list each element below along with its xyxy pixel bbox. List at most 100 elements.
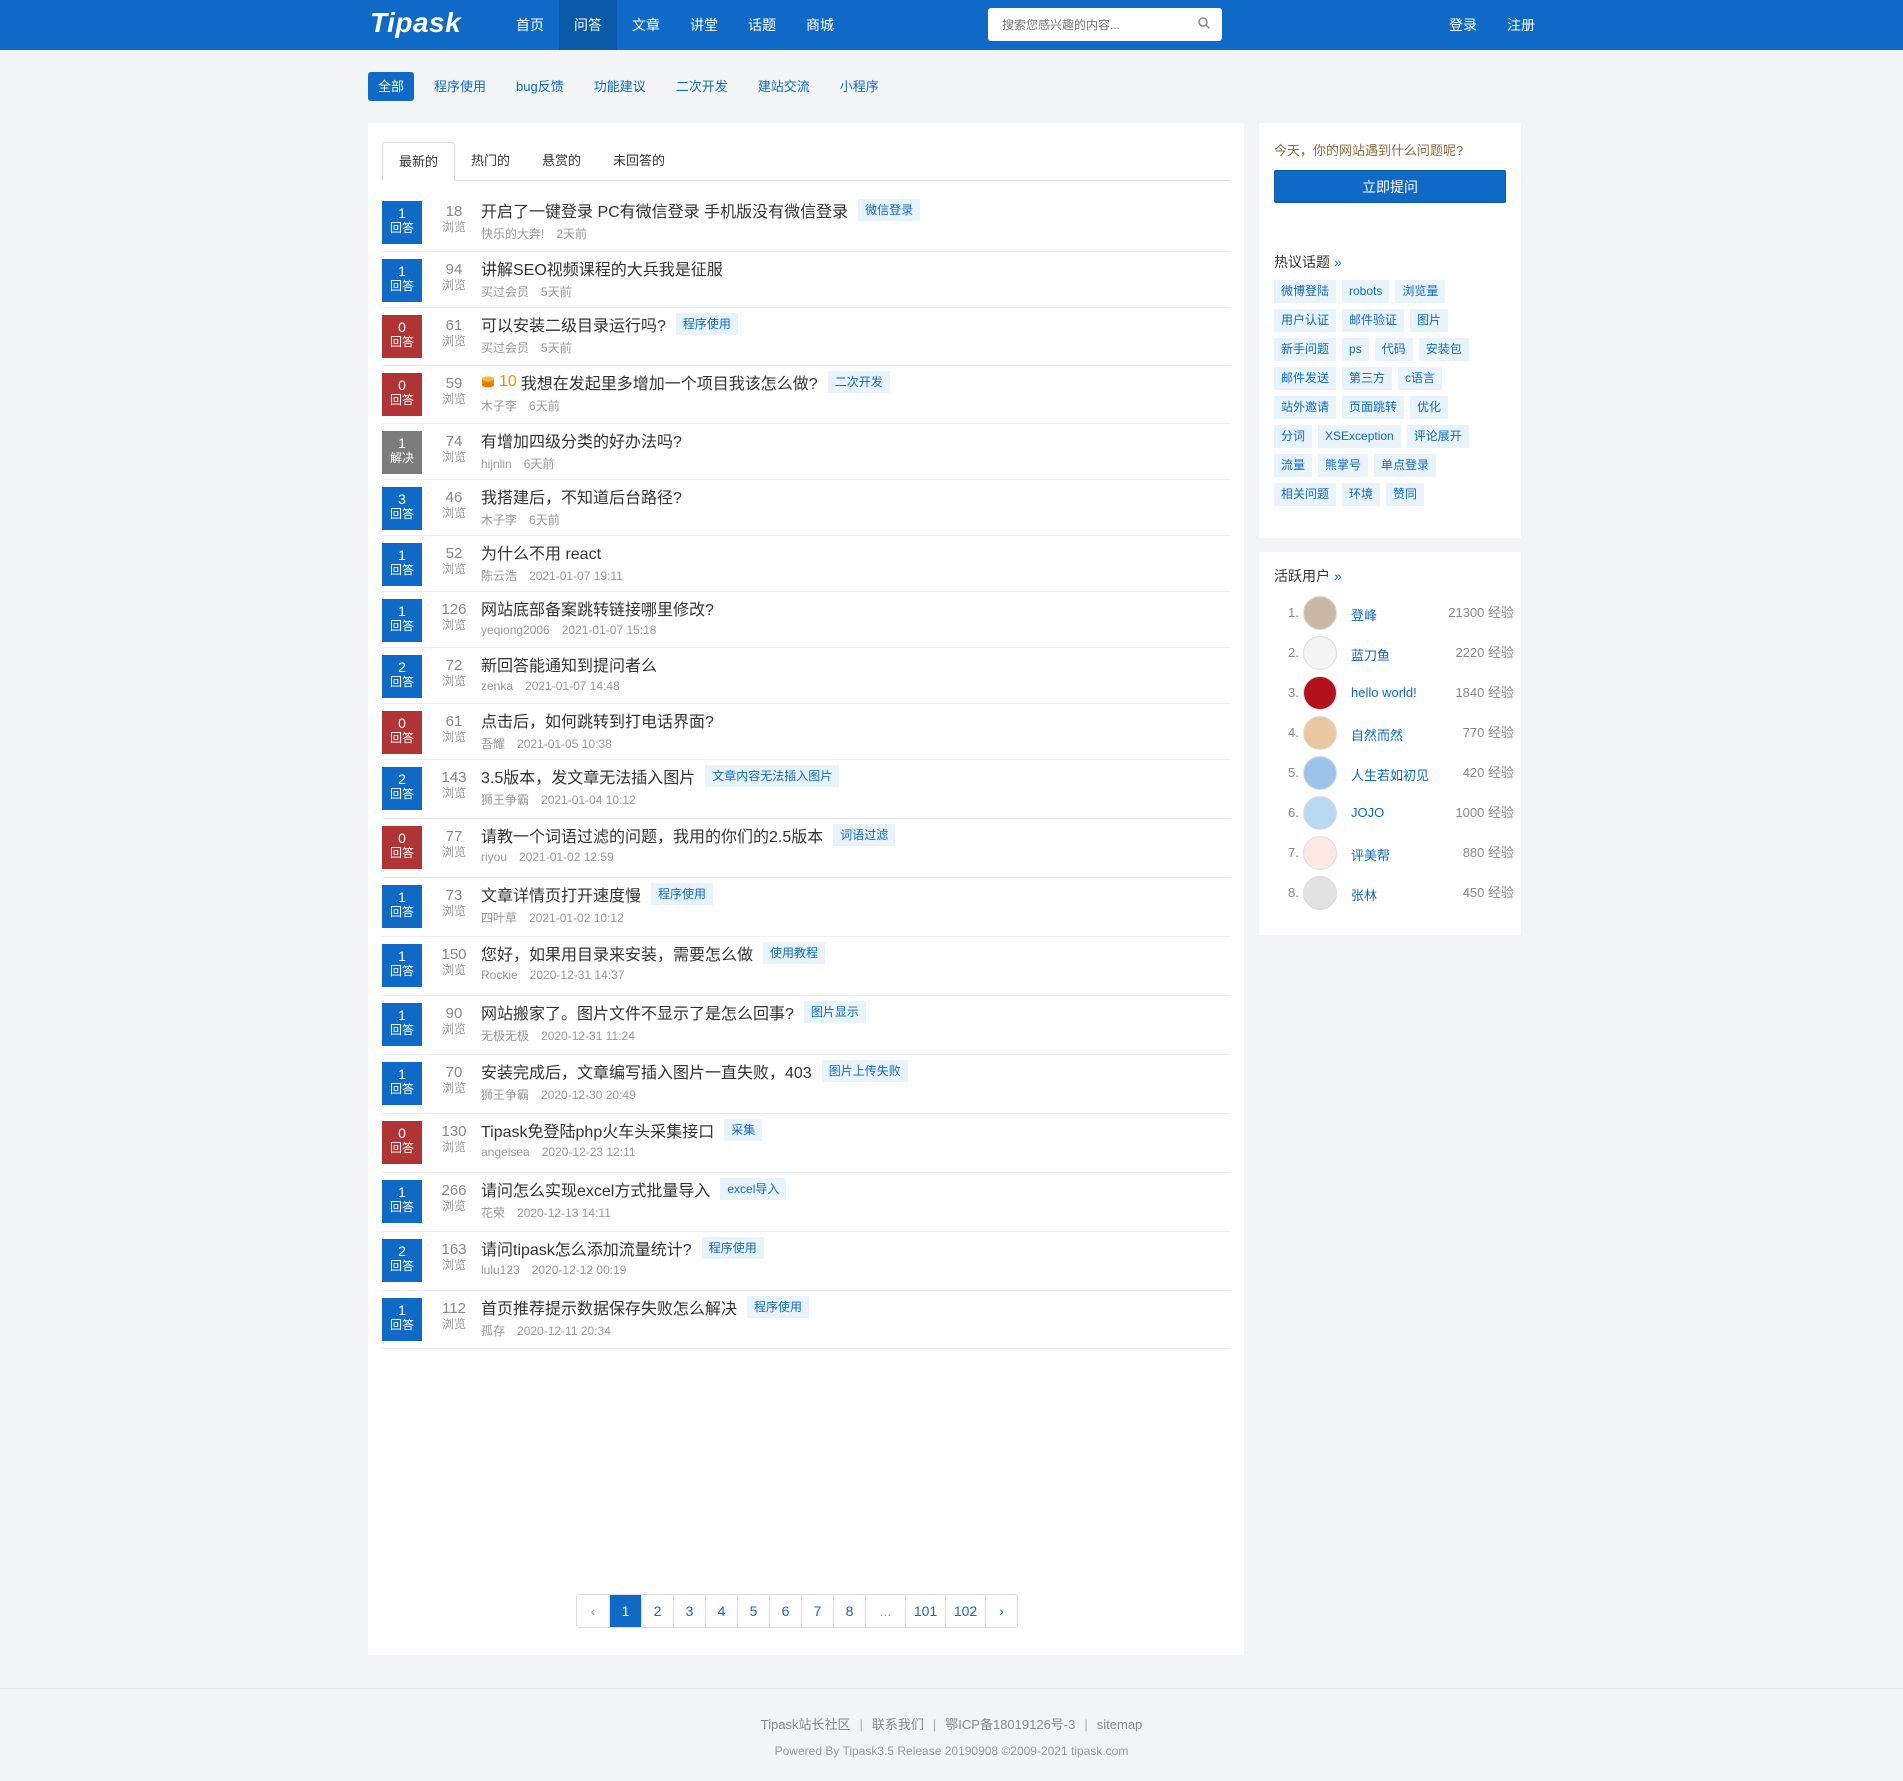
question-author[interactable]: hijnlin <box>481 457 512 471</box>
question-author[interactable]: yeqiong2006 <box>481 623 550 637</box>
hot-topic-tag[interactable]: 微博登陆 <box>1274 280 1337 303</box>
register-link[interactable]: 注册 <box>1507 0 1535 50</box>
category-item[interactable]: 小程序 <box>830 72 889 101</box>
question-author[interactable]: 木子李 <box>481 399 517 413</box>
question-title[interactable]: 网站搬家了。图片文件不显示了是怎么回事? 图片显示 <box>481 1000 866 1024</box>
user-name[interactable]: 蓝刀鱼 <box>1351 645 1390 664</box>
hot-topic-tag[interactable]: 安装包 <box>1418 338 1469 361</box>
nav-item[interactable]: 话题 <box>733 0 791 50</box>
question-title[interactable]: 网站底部备案跳转链接哪里修改? <box>481 596 714 620</box>
hot-topic-tag[interactable]: 代码 <box>1374 338 1413 361</box>
avatar[interactable] <box>1303 796 1337 830</box>
category-item[interactable]: 程序使用 <box>424 72 496 101</box>
question-author[interactable]: 买过会员 <box>481 341 529 355</box>
question-tag[interactable]: 图片上传失败 <box>821 1060 908 1082</box>
tab-item[interactable]: 最新的 <box>382 142 456 181</box>
question-title[interactable]: 请问tipask怎么添加流量统计? 程序使用 <box>481 1236 764 1260</box>
question-title-text[interactable]: Tipask免登陆php火车头采集接口 <box>481 1118 714 1142</box>
question-tag[interactable]: 程序使用 <box>675 313 738 335</box>
hot-topic-tag[interactable]: 流量 <box>1274 454 1313 477</box>
active-users-more-link[interactable]: » <box>1334 568 1342 584</box>
footer-link[interactable]: Tipask站长社区 <box>761 1717 851 1732</box>
user-name[interactable]: 登峰 <box>1351 605 1377 624</box>
question-title-text[interactable]: 我想在发起里多增加一个项目我该怎么做? <box>521 370 818 394</box>
question-title-text[interactable]: 可以安装二级目录运行吗? <box>481 312 666 336</box>
question-title[interactable]: 为什么不用 react <box>481 540 601 564</box>
question-title[interactable]: 10 我想在发起里多增加一个项目我该怎么做? 二次开发 <box>481 370 890 394</box>
question-author[interactable]: lulu123 <box>481 1263 520 1277</box>
question-author[interactable]: 狮王争霸 <box>481 793 529 807</box>
question-title-text[interactable]: 讲解SEO视频课程的大兵我是征服 <box>481 256 723 280</box>
user-name[interactable]: 人生若如初见 <box>1351 765 1429 784</box>
question-title-text[interactable]: 有增加四级分类的好办法吗? <box>481 428 682 452</box>
tab-item[interactable]: 热门的 <box>455 142 526 180</box>
question-tag[interactable]: 程序使用 <box>701 1237 764 1259</box>
question-tag[interactable]: 图片显示 <box>803 1001 866 1023</box>
hot-topic-tag[interactable]: 环境 <box>1342 483 1381 506</box>
question-title-text[interactable]: 网站搬家了。图片文件不显示了是怎么回事? <box>481 1000 794 1024</box>
page-link[interactable]: › <box>985 1595 1017 1627</box>
footer-link[interactable]: sitemap <box>1097 1717 1143 1732</box>
question-title[interactable]: 您好，如果用目录来安装，需要怎么做 使用教程 <box>481 941 826 965</box>
tab-item[interactable]: 未回答的 <box>597 142 681 180</box>
question-tag[interactable]: 程序使用 <box>747 1296 810 1318</box>
question-title-text[interactable]: 请问tipask怎么添加流量统计? <box>481 1236 692 1260</box>
hot-topic-tag[interactable]: 用户认证 <box>1274 309 1337 332</box>
page-link[interactable]: 102 <box>945 1595 985 1627</box>
question-title-text[interactable]: 安装完成后，文章编写插入图片一直失败，403 <box>481 1059 812 1083</box>
question-title-text[interactable]: 文章详情页打开速度慢 <box>481 882 641 906</box>
hot-topic-tag[interactable]: 站外邀请 <box>1274 396 1337 419</box>
hot-topic-tag[interactable]: 优化 <box>1410 396 1449 419</box>
hot-topic-tag[interactable]: XSException <box>1318 425 1401 448</box>
hot-topics-more-link[interactable]: » <box>1334 254 1342 270</box>
question-author[interactable]: riyou <box>481 850 507 864</box>
question-title-text[interactable]: 开启了一键登录 PC有微信登录 手机版没有微信登录 <box>481 198 848 222</box>
nav-item[interactable]: 问答 <box>559 0 617 50</box>
question-title[interactable]: 请问怎么实现excel方式批量导入 excel导入 <box>481 1177 787 1201</box>
category-item[interactable]: 建站交流 <box>748 72 820 101</box>
page-link[interactable]: 7 <box>801 1595 833 1627</box>
avatar[interactable] <box>1303 836 1337 870</box>
user-name[interactable]: JOJO <box>1351 805 1384 820</box>
hot-topic-tag[interactable]: 邮件发送 <box>1274 367 1337 390</box>
question-tag[interactable]: 采集 <box>724 1119 763 1141</box>
hot-topic-tag[interactable]: 图片 <box>1410 309 1449 332</box>
question-tag[interactable]: 二次开发 <box>827 371 890 393</box>
page-link[interactable]: 3 <box>673 1595 705 1627</box>
ask-question-button[interactable]: 立即提问 <box>1274 170 1506 203</box>
question-title[interactable]: 讲解SEO视频课程的大兵我是征服 <box>481 256 723 280</box>
nav-item[interactable]: 文章 <box>617 0 675 50</box>
question-title[interactable]: 请教一个词语过滤的问题，我用的你们的2.5版本 词语过滤 <box>481 823 896 847</box>
avatar[interactable] <box>1303 716 1337 750</box>
user-name[interactable]: 评美帮 <box>1351 845 1390 864</box>
page-link[interactable]: 101 <box>905 1595 945 1627</box>
question-title[interactable]: 点击后，如何跳转到打电话界面? <box>481 708 714 732</box>
question-author[interactable]: 无极无极 <box>481 1029 529 1043</box>
question-author[interactable]: 花荣 <box>481 1206 505 1220</box>
hot-topic-tag[interactable]: 熊掌号 <box>1318 454 1369 477</box>
question-title[interactable]: 我搭建后，不知道后台路径? <box>481 484 682 508</box>
user-name[interactable]: hello world! <box>1351 685 1417 700</box>
hot-topic-tag[interactable]: c语言 <box>1398 367 1443 390</box>
avatar[interactable] <box>1303 636 1337 670</box>
hot-topic-tag[interactable]: 页面跳转 <box>1342 396 1405 419</box>
question-tag[interactable]: 程序使用 <box>651 883 714 905</box>
question-title[interactable]: 新回答能通知到提问者么 <box>481 652 657 676</box>
hot-topic-tag[interactable]: 分词 <box>1274 425 1313 448</box>
hot-topic-tag[interactable]: robots <box>1342 280 1390 303</box>
avatar[interactable] <box>1303 676 1337 710</box>
footer-link[interactable]: 联系我们 <box>872 1717 924 1732</box>
avatar[interactable] <box>1303 596 1337 630</box>
question-tag[interactable]: 文章内容无法插入图片 <box>705 765 840 787</box>
search-input[interactable] <box>1000 8 1194 41</box>
question-author[interactable]: Rockie <box>481 968 518 982</box>
question-title[interactable]: 3.5版本，发文章无法插入图片 文章内容无法插入图片 <box>481 764 840 788</box>
question-title-text[interactable]: 请问怎么实现excel方式批量导入 <box>481 1177 710 1201</box>
question-tag[interactable]: excel导入 <box>720 1178 787 1200</box>
footer-link[interactable]: 鄂ICP备18019126号-3 <box>945 1717 1075 1732</box>
question-title[interactable]: 首页推荐提示数据保存失败怎么解决 程序使用 <box>481 1295 810 1319</box>
question-tag[interactable]: 微信登录 <box>858 199 921 221</box>
question-title[interactable]: 可以安装二级目录运行吗? 程序使用 <box>481 312 738 336</box>
question-title-text[interactable]: 首页推荐提示数据保存失败怎么解决 <box>481 1295 737 1319</box>
category-item[interactable]: 全部 <box>368 72 415 101</box>
